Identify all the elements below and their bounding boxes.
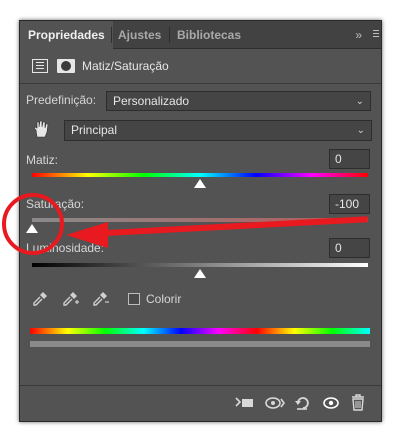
targeted-adjustment-hand-icon[interactable]: [32, 119, 50, 139]
hue-slider-thumb[interactable]: [194, 179, 206, 188]
lightness-value-field[interactable]: 0: [329, 238, 370, 258]
clip-to-layer-icon[interactable]: [234, 395, 254, 411]
visibility-eye-icon[interactable]: [322, 395, 340, 411]
delete-trash-icon[interactable]: [350, 394, 366, 411]
divider: [20, 83, 381, 84]
panel-collapse-icon[interactable]: »: [355, 21, 363, 49]
lightness-slider-thumb[interactable]: [194, 269, 206, 278]
eyedropper-add-icon[interactable]: [62, 291, 80, 307]
channel-dropdown[interactable]: Principal ⌄: [64, 120, 372, 141]
channel-value: Principal: [71, 123, 118, 137]
preset-label: Predefinição:: [26, 93, 97, 107]
eyedropper-icon[interactable]: [32, 291, 48, 307]
divider: [20, 385, 381, 386]
preset-dropdown[interactable]: Personalizado ⌄: [106, 91, 371, 111]
arrow-head-icon: [66, 222, 108, 248]
colorize-checkbox[interactable]: [128, 293, 140, 305]
hue-value-field[interactable]: 0: [329, 149, 370, 169]
panel-tab-bar: Propriedades Ajustes Bibliotecas »: [20, 21, 381, 49]
tab-divider: [111, 27, 112, 43]
preset-value: Personalizado: [113, 94, 190, 108]
panel-menu-icon[interactable]: [373, 30, 379, 40]
color-range-bar-input: [30, 328, 370, 334]
adjustment-layer-icon[interactable]: [32, 59, 48, 73]
hue-label: Matiz:: [26, 153, 59, 167]
hue-slider-track[interactable]: [32, 173, 368, 177]
tab-ajustes[interactable]: Ajustes: [118, 21, 161, 49]
adjustment-title: Matiz/Saturação: [82, 59, 169, 73]
layer-mask-icon[interactable]: [57, 59, 75, 73]
tab-bibliotecas[interactable]: Bibliotecas: [177, 21, 241, 49]
saturation-value-field[interactable]: -100: [329, 194, 370, 214]
tab-propriedades[interactable]: Propriedades: [20, 21, 113, 49]
highlight-circle: [2, 193, 64, 255]
chevron-down-icon: ⌄: [356, 125, 365, 136]
colorize-label: Colorir: [146, 292, 182, 306]
tab-divider: [169, 27, 170, 43]
eyedropper-subtract-icon[interactable]: [92, 291, 110, 307]
lightness-slider-track[interactable]: [32, 263, 368, 267]
color-range-bar-output: [30, 341, 370, 347]
chevron-down-icon: ⌄: [355, 96, 364, 107]
view-previous-state-icon[interactable]: [264, 395, 286, 411]
reset-icon[interactable]: [294, 395, 312, 411]
